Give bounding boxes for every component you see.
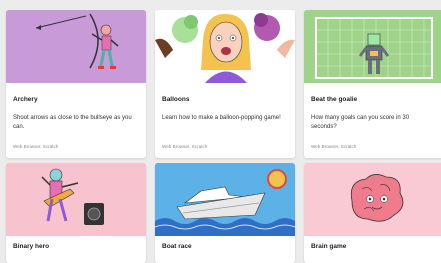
card-meta: Web Browser, Scratch (13, 144, 59, 149)
card-meta: Web Browser, Scratch (162, 144, 208, 149)
project-card-brain-game[interactable]: Brain game (304, 163, 441, 263)
project-card-boat-race[interactable]: Boat race (155, 163, 295, 263)
archer-illustration (6, 10, 146, 83)
guitarist-illustration (6, 163, 146, 236)
card-title[interactable]: Boat race (162, 243, 192, 250)
card-title[interactable]: Brain game (311, 243, 346, 250)
card-title[interactable]: Balloons (162, 96, 189, 103)
goalie-illustration (304, 10, 441, 83)
card-meta: Web Browser, Scratch (311, 144, 357, 149)
project-card-archery[interactable]: Archery Shoot arrows as close to the bul… (6, 10, 146, 158)
boat-illustration (155, 163, 295, 236)
card-description: How many goals can you score in 30 secon… (311, 115, 410, 130)
card-description: Learn how to make a balloon-popping game… (162, 115, 281, 121)
project-card-balloons[interactable]: Balloons Learn how to make a balloon-pop… (155, 10, 295, 158)
card-title[interactable]: Archery (13, 96, 38, 103)
project-card-binary-hero[interactable]: Binary hero (6, 163, 146, 263)
brain-illustration (304, 163, 441, 236)
project-card-beat-the-goalie[interactable]: Beat the goalie How many goals can you s… (304, 10, 441, 158)
card-title[interactable]: Beat the goalie (311, 96, 357, 103)
balloons-illustration (155, 10, 295, 83)
card-title[interactable]: Binary hero (13, 243, 49, 250)
card-description: Shoot arrows as close to the bullseye as… (13, 115, 132, 130)
